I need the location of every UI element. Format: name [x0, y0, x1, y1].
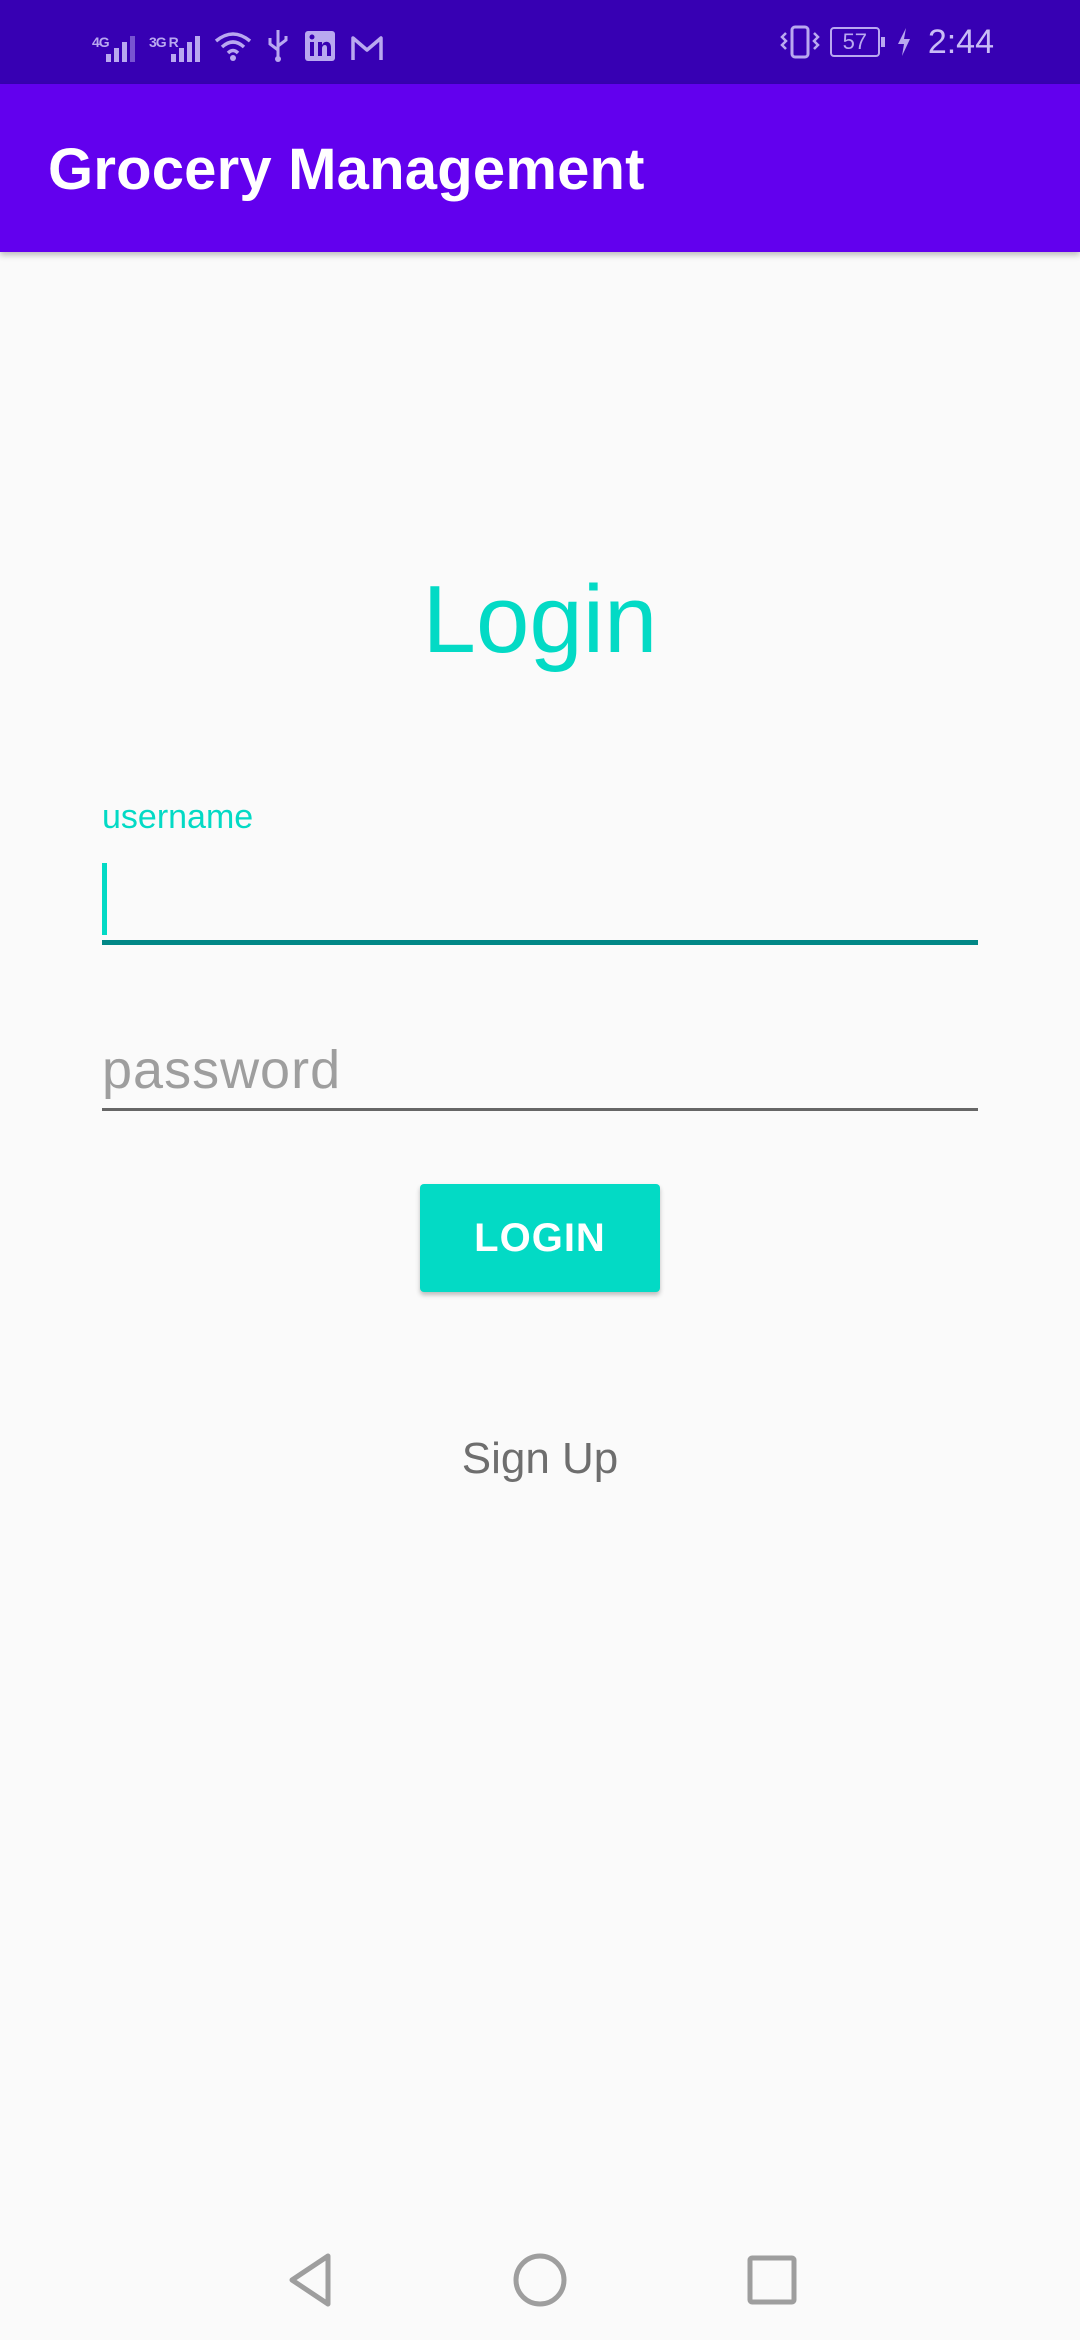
- password-placeholder: password: [102, 1040, 342, 1100]
- usb-icon: [268, 30, 288, 62]
- charging-icon: [897, 28, 910, 56]
- battery-level: 57: [842, 29, 868, 54]
- navigation-bar: [0, 2220, 1080, 2340]
- password-field[interactable]: password: [102, 1025, 978, 1111]
- battery-icon: 57: [829, 27, 885, 57]
- linkedin-icon: [305, 31, 335, 61]
- recents-icon[interactable]: [742, 2250, 802, 2310]
- signal-icon: 3G R: [149, 34, 200, 62]
- vibrate-icon: [780, 25, 820, 59]
- app-bar: Grocery Management: [0, 84, 1080, 252]
- back-icon[interactable]: [280, 2250, 340, 2310]
- clock: 2:44: [927, 22, 994, 61]
- username-field[interactable]: [102, 855, 978, 945]
- signup-link[interactable]: Sign Up: [0, 1434, 1080, 1484]
- status-bar: 4G 3G R 57 2:44: [0, 0, 1080, 84]
- username-label: username: [102, 798, 254, 836]
- home-icon[interactable]: [510, 2250, 570, 2310]
- text-cursor: [102, 863, 107, 935]
- app-title: Grocery Management: [48, 137, 645, 202]
- signal-icon: 4G: [92, 34, 135, 62]
- status-icons-left: 4G 3G R: [92, 22, 384, 62]
- gmail-icon: [351, 36, 383, 60]
- network-type-2: 3G R: [149, 34, 179, 50]
- network-type-1: 4G: [92, 34, 110, 50]
- login-heading: Login: [422, 566, 658, 673]
- wifi-icon: [214, 32, 252, 61]
- login-button[interactable]: LOGIN: [420, 1184, 660, 1292]
- status-icons-right: 57 2:44: [780, 18, 994, 66]
